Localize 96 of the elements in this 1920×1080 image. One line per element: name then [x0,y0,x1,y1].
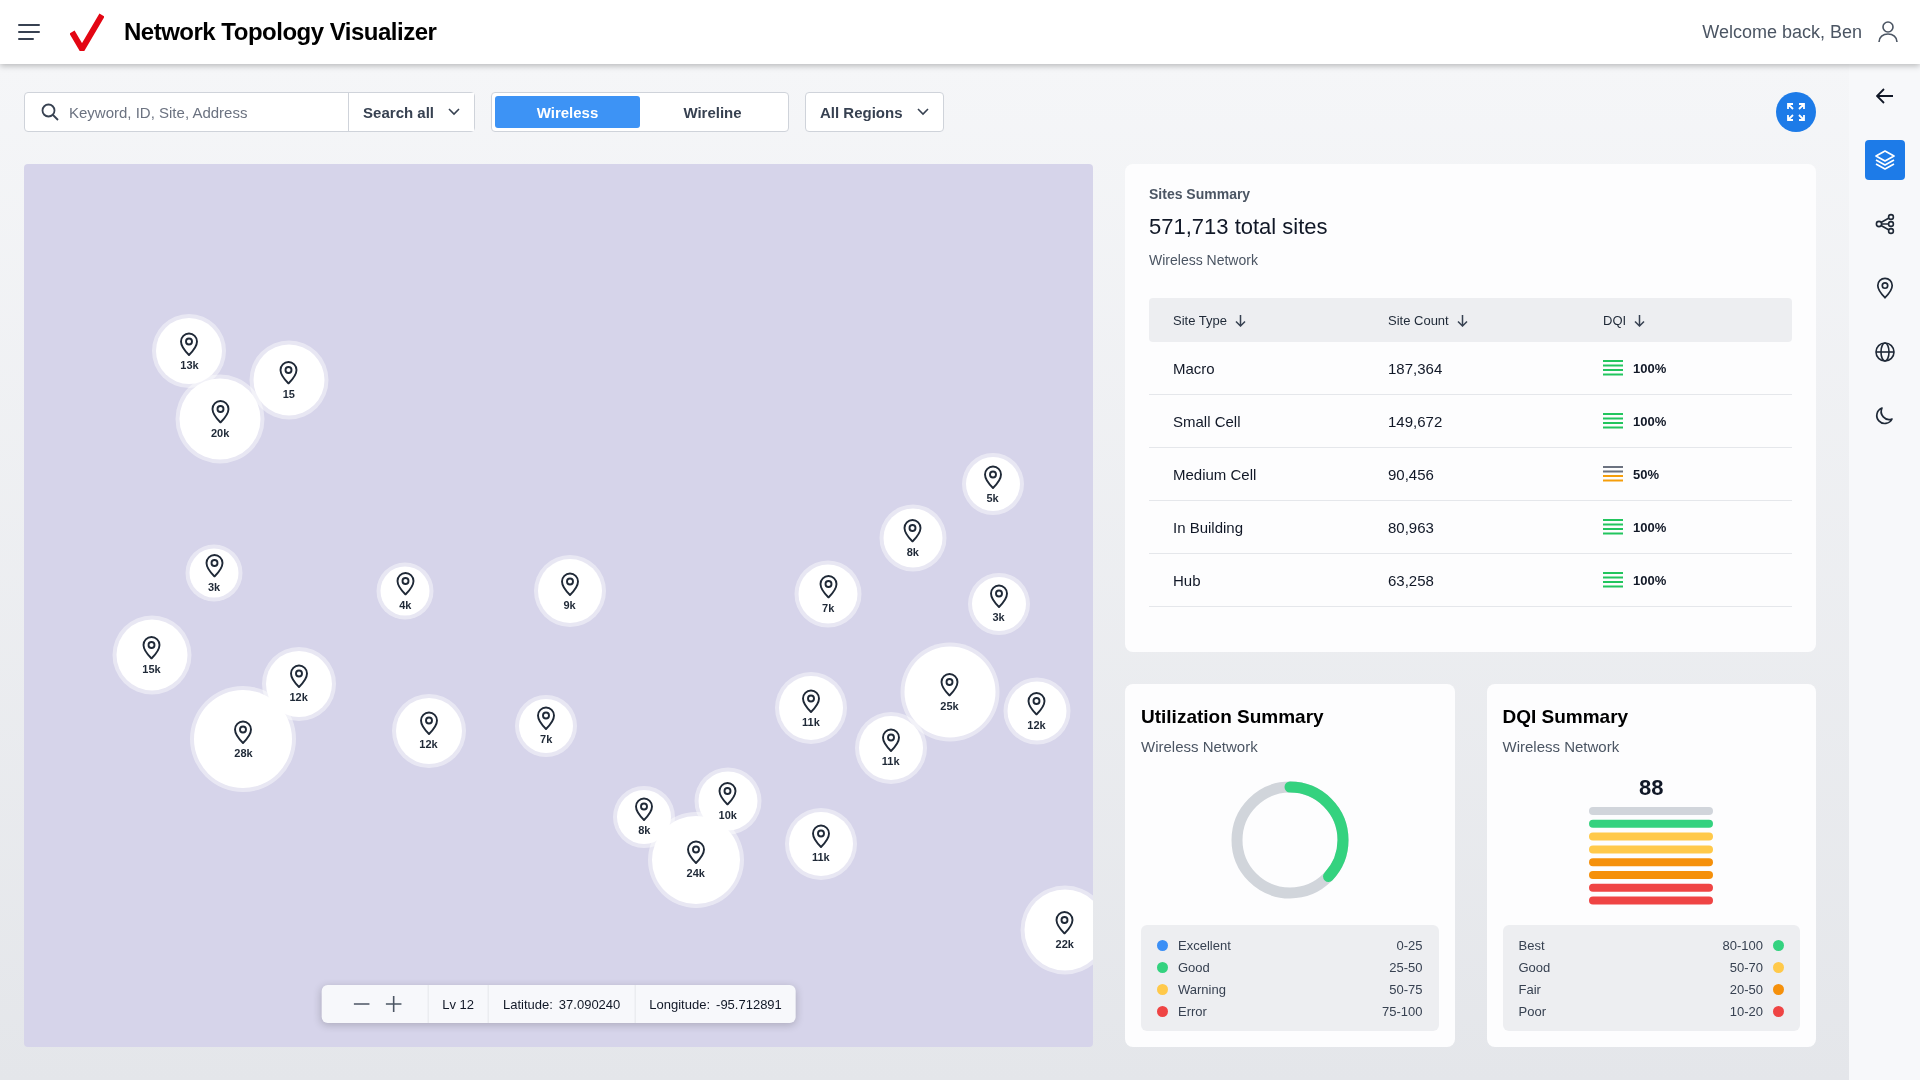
site-type-cell-text: In Building [1173,518,1245,536]
pin-icon [141,635,162,660]
legend-range: 50-75 [1389,981,1423,997]
layers-icon [1873,149,1896,171]
card-subtitle: Wireless Network [1502,738,1621,755]
pin-icon [634,797,655,822]
sort-arrow-icon[interactable] [1234,313,1246,327]
expand-icon [1786,102,1806,122]
welcome-text: Welcome back, Ben [1702,21,1862,43]
user-icon[interactable] [1878,21,1898,43]
globe-icon [1873,341,1896,363]
card-title: Utilization Summary [1141,706,1325,728]
pin-icon [801,688,821,713]
pin-icon [880,728,901,753]
check-mark-logo [70,13,104,51]
legend-label: Warning [1178,981,1226,997]
dqi-cell: 100% [1633,519,1667,535]
pin-icon [278,360,299,385]
card-subtitle: Wireless Network [1149,252,1259,268]
pin-icon [717,781,738,806]
column-header: Site Count [1388,312,1449,328]
plus-icon [385,996,402,1012]
site-type-cell-text: Small Cell [1173,412,1242,430]
dqi-cell: 100% [1633,360,1667,376]
legend-range: 25-50 [1389,959,1423,975]
legend-label: Good [1178,959,1210,975]
column-header: Site Type [1173,312,1227,328]
dqi-cell: 100% [1633,572,1667,588]
moon-icon [1873,405,1896,427]
app-title: Network Topology Visualizer [124,18,437,46]
sort-arrow-icon[interactable] [1456,313,1468,327]
site-type-cell-text: Macro [1173,359,1216,377]
legend-range: 50-70 [1729,959,1763,975]
pin-icon [1875,277,1894,299]
legend-label: Excellent [1178,937,1231,953]
column-header: DQI [1603,312,1627,328]
search-scope-dropdown[interactable]: Search all [348,93,474,131]
arrow-left-icon [1875,88,1894,104]
pin-icon [685,840,706,865]
pin-icon [418,711,439,736]
pin-icon [210,399,231,424]
pin-icon [536,706,557,731]
pin-icon [902,518,923,543]
card-subtitle: Wireless Network [1141,738,1259,755]
network-tab[interactable]: Wireline [640,96,785,128]
legend-label: Best [1518,937,1545,953]
site-count-cell-text: 149,672 [1388,412,1444,430]
minus-icon [353,1003,370,1005]
connected-nodes-icon [1873,213,1896,235]
longitude-value: -95.712891 [716,996,782,1012]
site-count-cell-text: 187,364 [1388,359,1444,377]
pin-icon [559,571,580,596]
site-type-cell-text: Medium Cell [1173,465,1258,483]
pin-icon [1054,910,1075,935]
latitude-value: 37.090240 [558,996,621,1012]
expand-button[interactable] [1776,92,1816,132]
legend-label: Fair [1518,981,1541,997]
pin-icon [982,464,1003,489]
pin-icon [233,719,254,744]
pin-icon [204,553,225,578]
pin-icon [179,331,200,356]
card-title: Sites Summary [1149,186,1252,202]
legend-label: Error [1178,1003,1207,1019]
search-icon [41,103,59,121]
legend-range: 10-20 [1729,1003,1763,1019]
legend-range: 20-50 [1729,981,1763,997]
legend-range: 75-100 [1382,1003,1423,1019]
site-count-cell-text: 90,456 [1388,465,1435,483]
legend-label: Poor [1518,1003,1546,1019]
search-field[interactable]: Keyword, ID, Site, Address Search all [24,92,475,132]
site-type-cell-text: Hub [1173,571,1202,589]
latitude-label: Latitude: [503,996,553,1012]
region-dropdown[interactable]: All Regions [805,92,944,132]
site-count-cell-text: 80,963 [1388,518,1435,536]
chevron-down-icon [916,108,929,116]
legend-label: Good [1518,959,1551,975]
pin-icon [810,824,831,849]
pin-icon [939,672,960,697]
legend-range: 0-25 [1396,937,1423,953]
pin-icon [395,571,416,596]
pin-icon [1026,691,1047,716]
legend-range: 80-100 [1722,937,1763,953]
chevron-down-icon [448,108,460,116]
menu-icon[interactable] [18,24,40,40]
pin-icon [288,664,309,689]
card-title: DQI Summary [1502,706,1630,728]
dqi-cell: 100% [1633,413,1667,429]
total-sites-text: 571,713 total sites [1149,214,1329,240]
zoom-level-text: Lv 12 [442,996,474,1012]
dqi-cell: 50% [1633,466,1660,482]
pin-icon [988,584,1009,609]
sort-arrow-icon[interactable] [1634,313,1646,327]
longitude-label: Longitude: [649,996,711,1012]
site-count-cell-text: 63,258 [1388,571,1435,589]
dqi-score: 88 [1639,775,1664,801]
pin-icon [818,574,839,599]
